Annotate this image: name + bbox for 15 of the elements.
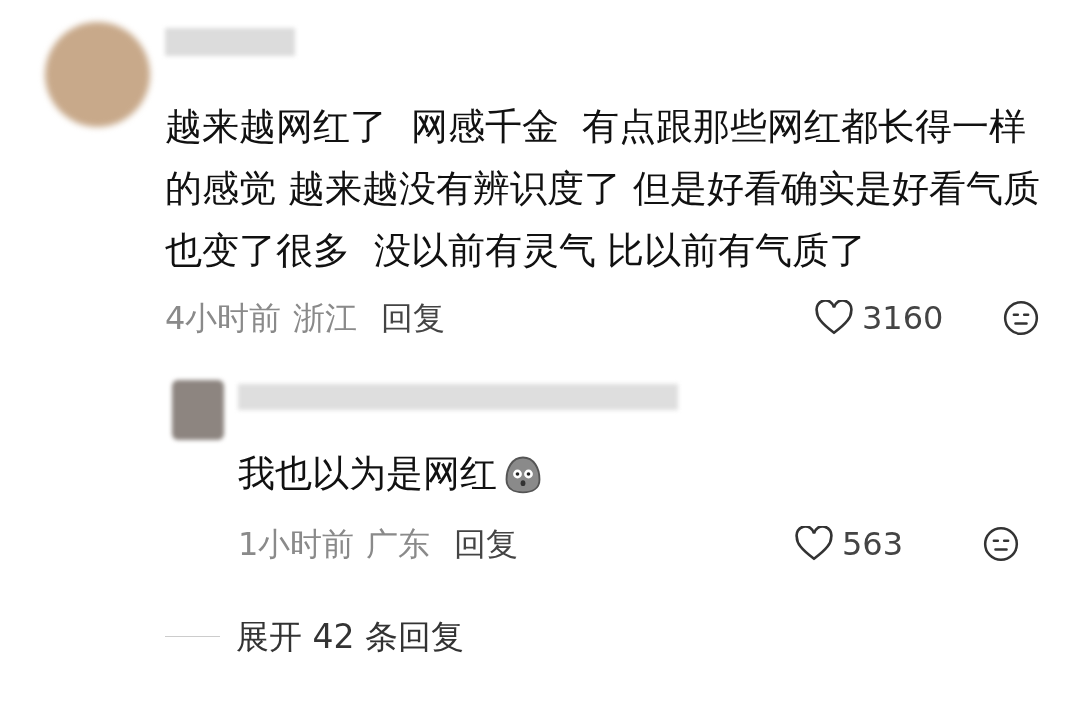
like-count: 3160	[862, 298, 945, 339]
reply-text: 我也以为是网红	[238, 451, 497, 497]
like-count: 563	[842, 523, 905, 565]
comment-text: 越来越网红了 网感千金 有点跟那些网红都长得一样的感觉 越来越没有辨识度了 但是好看确实是好看气质也变了很多 没以前有灵气 比以前有气质了	[165, 104, 1040, 274]
reply-button[interactable]: 回复	[454, 519, 519, 568]
comment-location: 广东	[366, 523, 431, 565]
comment-time: 1小时前	[238, 523, 355, 565]
expand-replies-button[interactable]: 展开 42 条回复	[236, 611, 464, 661]
comment-time: 4小时前	[165, 298, 282, 339]
heart-icon[interactable]	[814, 300, 854, 336]
heart-icon[interactable]	[794, 525, 834, 562]
reply-button[interactable]: 回复	[381, 294, 446, 342]
neutral-face-icon[interactable]	[982, 524, 1020, 563]
comment-location: 浙江	[293, 298, 358, 339]
neutral-face-icon[interactable]	[1002, 299, 1040, 337]
